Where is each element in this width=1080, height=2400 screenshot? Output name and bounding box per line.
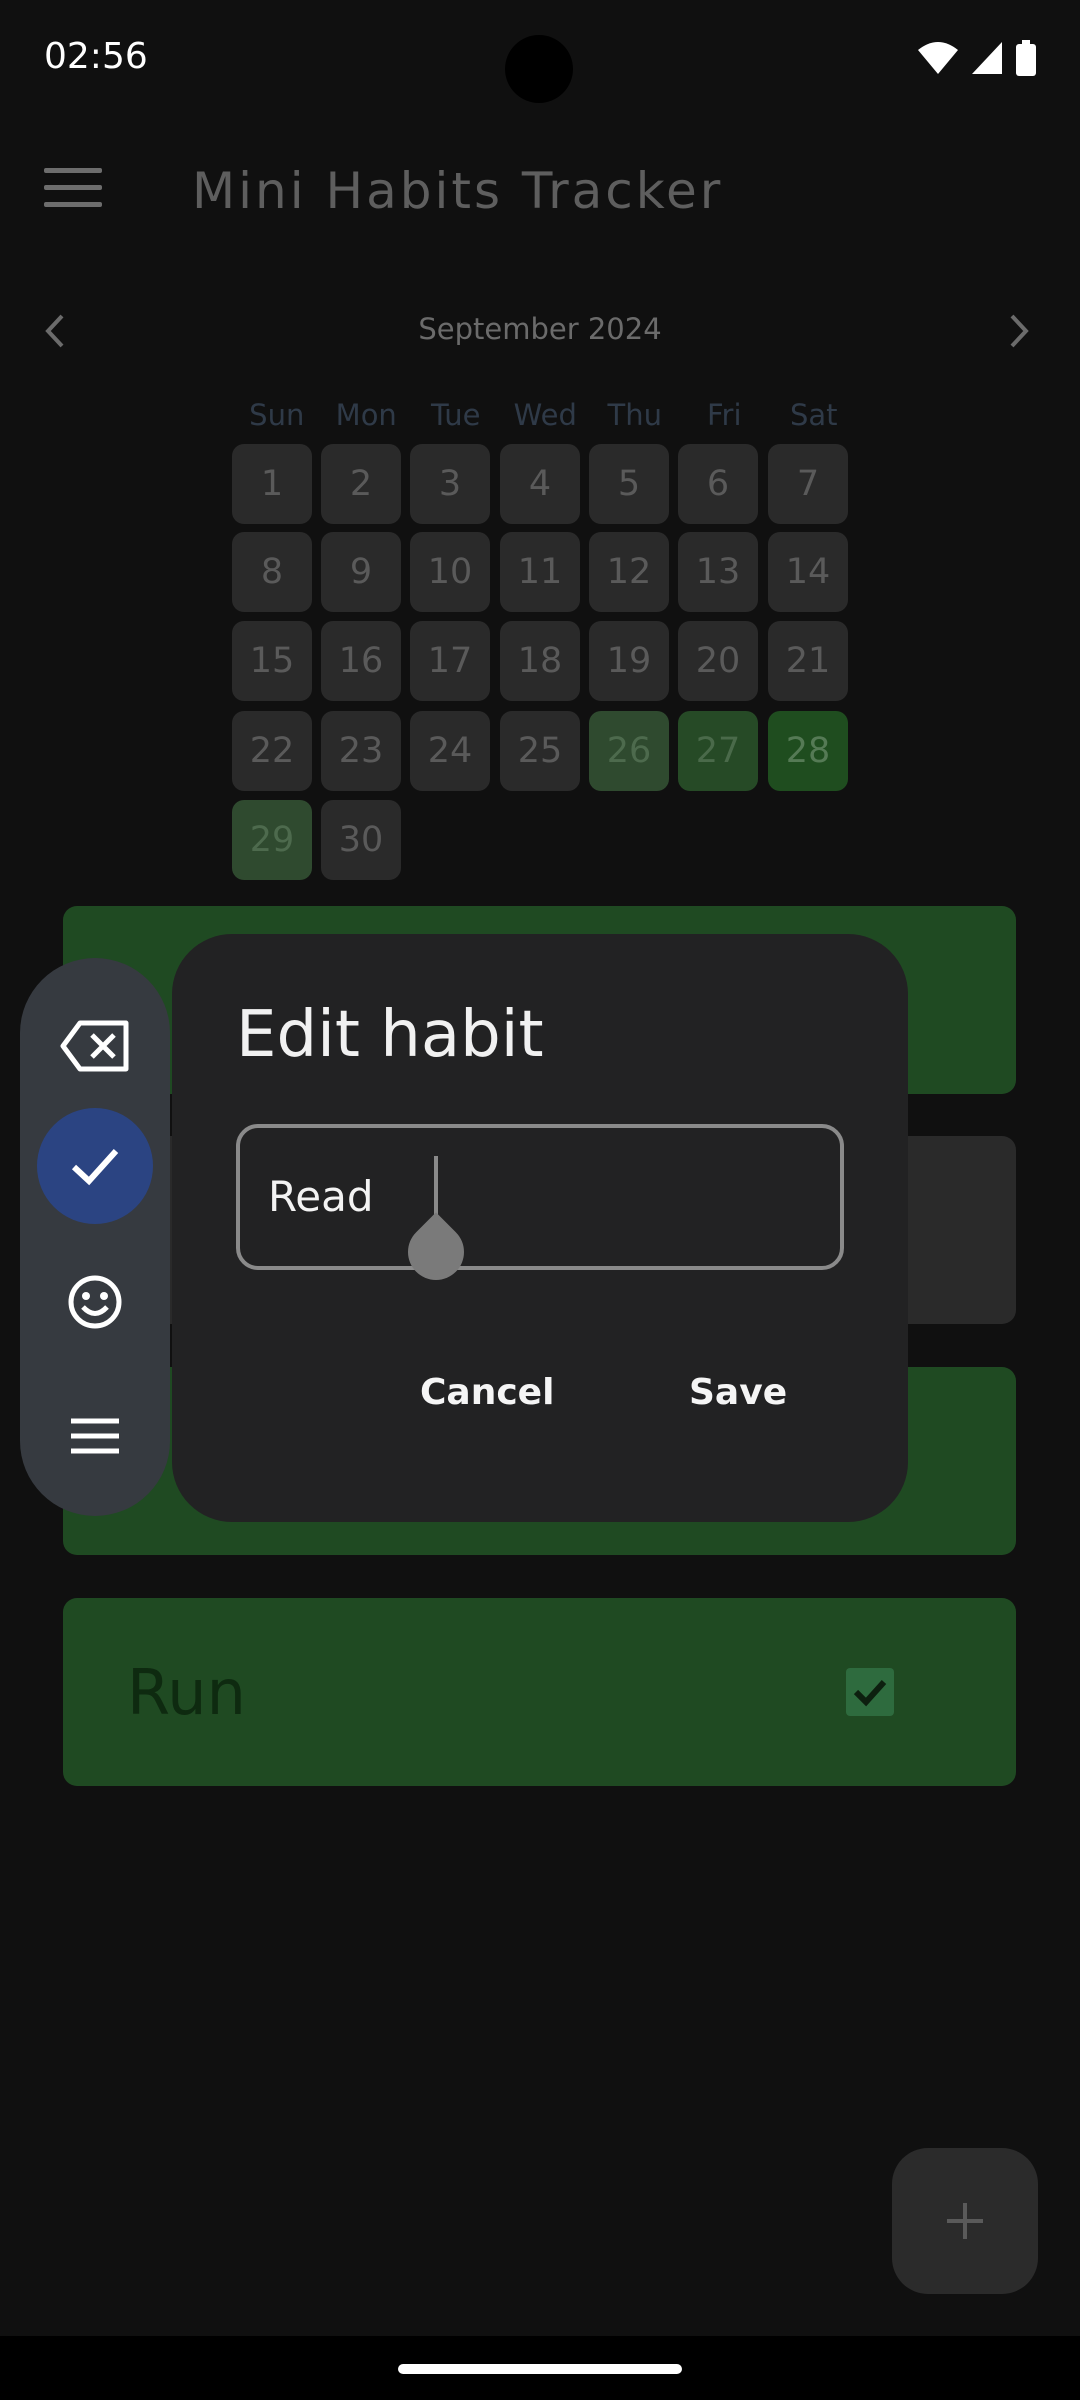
calendar-day[interactable]: 28 bbox=[768, 711, 848, 791]
weekday-label: Sun bbox=[249, 398, 305, 432]
wifi-icon bbox=[918, 42, 958, 74]
calendar-day[interactable]: 7 bbox=[768, 444, 848, 524]
calendar-day[interactable]: 14 bbox=[768, 532, 848, 612]
habit-name: Run bbox=[127, 1656, 246, 1729]
app-screen: 02:56 Mini Habits Tracker September 2024… bbox=[0, 0, 1080, 2336]
app-title: Mini Habits Tracker bbox=[192, 162, 724, 220]
cursor-handle[interactable] bbox=[396, 1212, 476, 1292]
calendar-day[interactable]: 1 bbox=[232, 444, 312, 524]
calendar-day[interactable]: 2 bbox=[321, 444, 401, 524]
calendar-day[interactable]: 9 bbox=[321, 532, 401, 612]
check-icon bbox=[853, 1679, 887, 1707]
signal-icon bbox=[972, 42, 1002, 74]
calendar-day[interactable]: 29 bbox=[232, 800, 312, 880]
weekday-label: Wed bbox=[513, 398, 577, 432]
emoji-button[interactable] bbox=[37, 1244, 153, 1360]
menu-icon bbox=[71, 1418, 119, 1454]
emoji-icon bbox=[68, 1275, 122, 1329]
habit-card[interactable]: Run bbox=[63, 1598, 1016, 1786]
calendar-day[interactable]: 8 bbox=[232, 532, 312, 612]
dialog-title: Edit habit bbox=[236, 998, 544, 1072]
calendar-day[interactable]: 12 bbox=[589, 532, 669, 612]
calendar-day[interactable]: 27 bbox=[678, 711, 758, 791]
camera-cutout bbox=[505, 35, 573, 103]
calendar-day[interactable]: 22 bbox=[232, 711, 312, 791]
calendar-day[interactable]: 20 bbox=[678, 621, 758, 701]
calendar-day[interactable]: 19 bbox=[589, 621, 669, 701]
calendar-day[interactable]: 18 bbox=[500, 621, 580, 701]
habit-name-input-value: Read bbox=[268, 1172, 374, 1221]
calendar-day[interactable]: 21 bbox=[768, 621, 848, 701]
done-button[interactable] bbox=[37, 1108, 153, 1224]
battery-icon bbox=[1016, 40, 1036, 76]
backspace-button[interactable] bbox=[37, 988, 153, 1104]
weekday-label: Thu bbox=[607, 398, 662, 432]
edit-habit-dialog: Edit habit Read Cancel Save bbox=[172, 934, 908, 1522]
check-icon bbox=[71, 1148, 119, 1186]
keyboard-menu-button[interactable] bbox=[37, 1378, 153, 1494]
plus-icon bbox=[947, 2203, 983, 2239]
calendar-day[interactable]: 11 bbox=[500, 532, 580, 612]
weekday-label: Sat bbox=[789, 398, 838, 432]
calendar-day[interactable]: 3 bbox=[410, 444, 490, 524]
calendar-weekdays: Sun Mon Tue Wed Thu Fri Sat bbox=[232, 398, 859, 432]
calendar-day[interactable]: 10 bbox=[410, 532, 490, 612]
menu-button[interactable] bbox=[44, 168, 102, 218]
home-indicator[interactable] bbox=[398, 2364, 682, 2374]
add-habit-button[interactable] bbox=[892, 2148, 1038, 2294]
calendar-day[interactable]: 23 bbox=[321, 711, 401, 791]
calendar-day[interactable]: 6 bbox=[678, 444, 758, 524]
calendar-day[interactable]: 30 bbox=[321, 800, 401, 880]
calendar-day[interactable]: 26 bbox=[589, 711, 669, 791]
cancel-button[interactable]: Cancel bbox=[420, 1372, 554, 1413]
calendar-day[interactable]: 4 bbox=[500, 444, 580, 524]
status-time: 02:56 bbox=[44, 36, 148, 77]
calendar-day[interactable]: 17 bbox=[410, 621, 490, 701]
weekday-label: Mon bbox=[335, 398, 397, 432]
calendar-day[interactable]: 13 bbox=[678, 532, 758, 612]
weekday-label: Fri bbox=[706, 398, 742, 432]
calendar-month-label: September 2024 bbox=[418, 312, 662, 346]
chevron-right-icon[interactable] bbox=[1000, 306, 1040, 356]
calendar-day[interactable]: 16 bbox=[321, 621, 401, 701]
weekday-label: Tue bbox=[430, 398, 481, 432]
calendar-day[interactable]: 24 bbox=[410, 711, 490, 791]
calendar-day[interactable]: 25 bbox=[500, 711, 580, 791]
save-button[interactable]: Save bbox=[689, 1372, 787, 1413]
habit-name-input[interactable]: Read bbox=[236, 1124, 844, 1292]
calendar-day[interactable]: 15 bbox=[232, 621, 312, 701]
status-icons bbox=[918, 40, 1036, 76]
calendar-day[interactable]: 5 bbox=[589, 444, 669, 524]
backspace-icon bbox=[60, 1020, 129, 1072]
keyboard-toolbar bbox=[20, 958, 170, 1516]
habit-checkbox[interactable] bbox=[846, 1668, 894, 1716]
